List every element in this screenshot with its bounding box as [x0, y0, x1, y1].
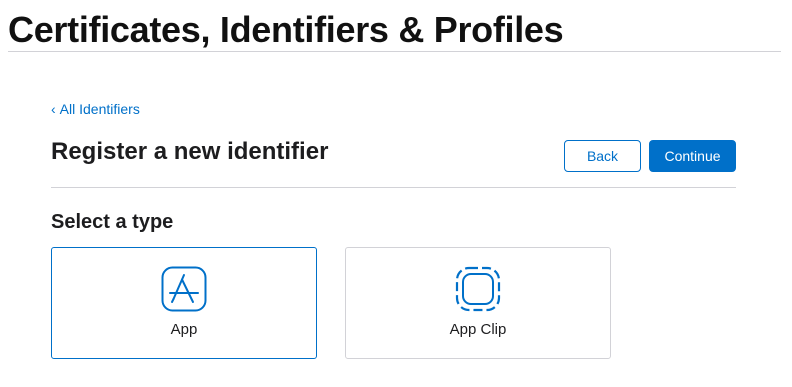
type-card-app-clip[interactable]: App Clip — [345, 247, 611, 359]
app-clip-icon — [455, 266, 501, 312]
continue-button[interactable]: Continue — [649, 140, 736, 172]
page-title: Register a new identifier — [51, 138, 329, 165]
type-card-app-clip-label: App Clip — [449, 321, 507, 338]
select-type-heading: Select a type — [51, 211, 174, 233]
chevron-left-icon: ‹ — [51, 101, 56, 117]
all-identifiers-link[interactable]: ‹ All Identifiers — [51, 100, 140, 118]
type-card-app[interactable]: App — [51, 247, 317, 359]
app-store-icon — [161, 266, 207, 312]
all-identifiers-link-label: All Identifiers — [59, 101, 140, 117]
type-card-app-label: App — [170, 321, 198, 338]
section-divider — [51, 187, 736, 188]
page-heading: Certificates, Identifiers & Profiles — [8, 9, 564, 50]
heading-divider — [8, 51, 781, 52]
back-button[interactable]: Back — [564, 140, 641, 172]
